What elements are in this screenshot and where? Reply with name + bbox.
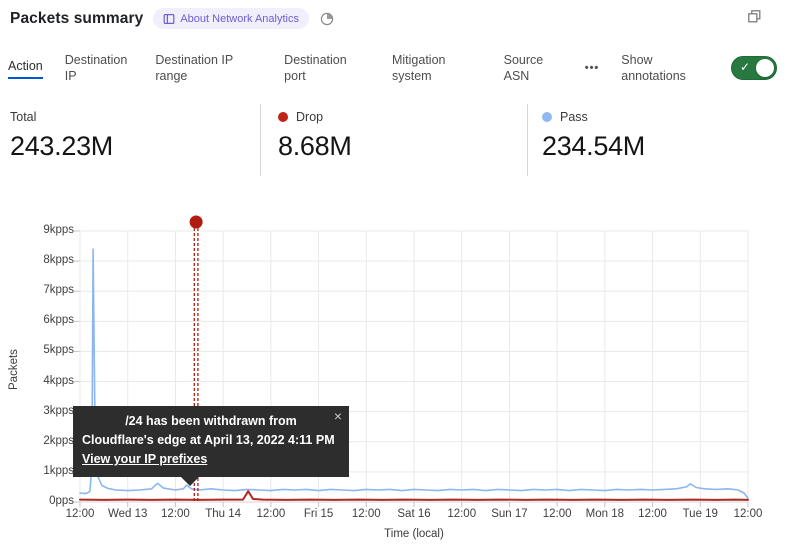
stat-total: Total 243.23M [10, 108, 113, 162]
view-ip-prefixes-link[interactable]: View your IP prefixes [82, 452, 207, 466]
annotation-marker-dot[interactable] [190, 216, 203, 229]
show-annotations-toggle[interactable]: ✓ [731, 56, 777, 80]
close-icon[interactable]: × [334, 408, 342, 424]
dimension-tabs: Action Destination IP Destination IP ran… [8, 44, 777, 92]
stat-pass: Pass 234.54M [542, 108, 645, 162]
check-icon: ✓ [740, 60, 750, 74]
popout-icon[interactable] [747, 9, 762, 24]
page-title: Packets summary [10, 10, 143, 28]
tab-mitigation-system[interactable]: Mitigation system [392, 52, 482, 84]
book-icon [163, 13, 175, 25]
stat-divider [527, 104, 528, 176]
toggle-knob [756, 59, 774, 77]
tooltip-pointer [181, 477, 199, 486]
tab-action[interactable]: Action [8, 58, 43, 79]
stat-drop: Drop 8.68M [278, 108, 352, 162]
panel-header: Packets summary About Network Analytics [10, 8, 335, 29]
stat-divider [260, 104, 261, 176]
stat-drop-label: Drop [296, 108, 323, 126]
tab-destination-ip-range[interactable]: Destination IP range [155, 52, 262, 84]
show-annotations-label: Show annotations [621, 52, 709, 84]
tooltip-line-1: /24 has been withdrawn from [82, 412, 340, 431]
packets-summary-panel: 0pps1kpps2kpps3kpps4kpps5kpps6kpps7kpps8… [0, 0, 785, 555]
stat-pass-value: 234.54M [542, 131, 645, 162]
stat-total-label: Total [10, 108, 36, 126]
pass-legend-dot [542, 112, 552, 122]
tab-destination-ip[interactable]: Destination IP [65, 52, 134, 84]
x-axis-title: Time (local) [80, 528, 748, 540]
more-tabs-icon[interactable]: ••• [585, 62, 600, 74]
annotation-tooltip: × /24 has been withdrawn from Cloudflare… [73, 406, 349, 477]
stat-total-value: 243.23M [10, 131, 113, 162]
about-badge-label: About Network Analytics [180, 13, 299, 25]
tab-destination-port[interactable]: Destination port [284, 52, 370, 84]
stat-drop-value: 8.68M [278, 131, 352, 162]
stat-pass-label: Pass [560, 108, 588, 126]
y-axis-title: Packets [8, 349, 20, 390]
about-network-analytics-badge[interactable]: About Network Analytics [153, 8, 309, 29]
tab-source-asn[interactable]: Source ASN [504, 52, 563, 84]
time-range-icon[interactable] [319, 11, 335, 27]
drop-legend-dot [278, 112, 288, 122]
tooltip-line-2: Cloudflare's edge at April 13, 2022 4:11… [82, 431, 340, 450]
